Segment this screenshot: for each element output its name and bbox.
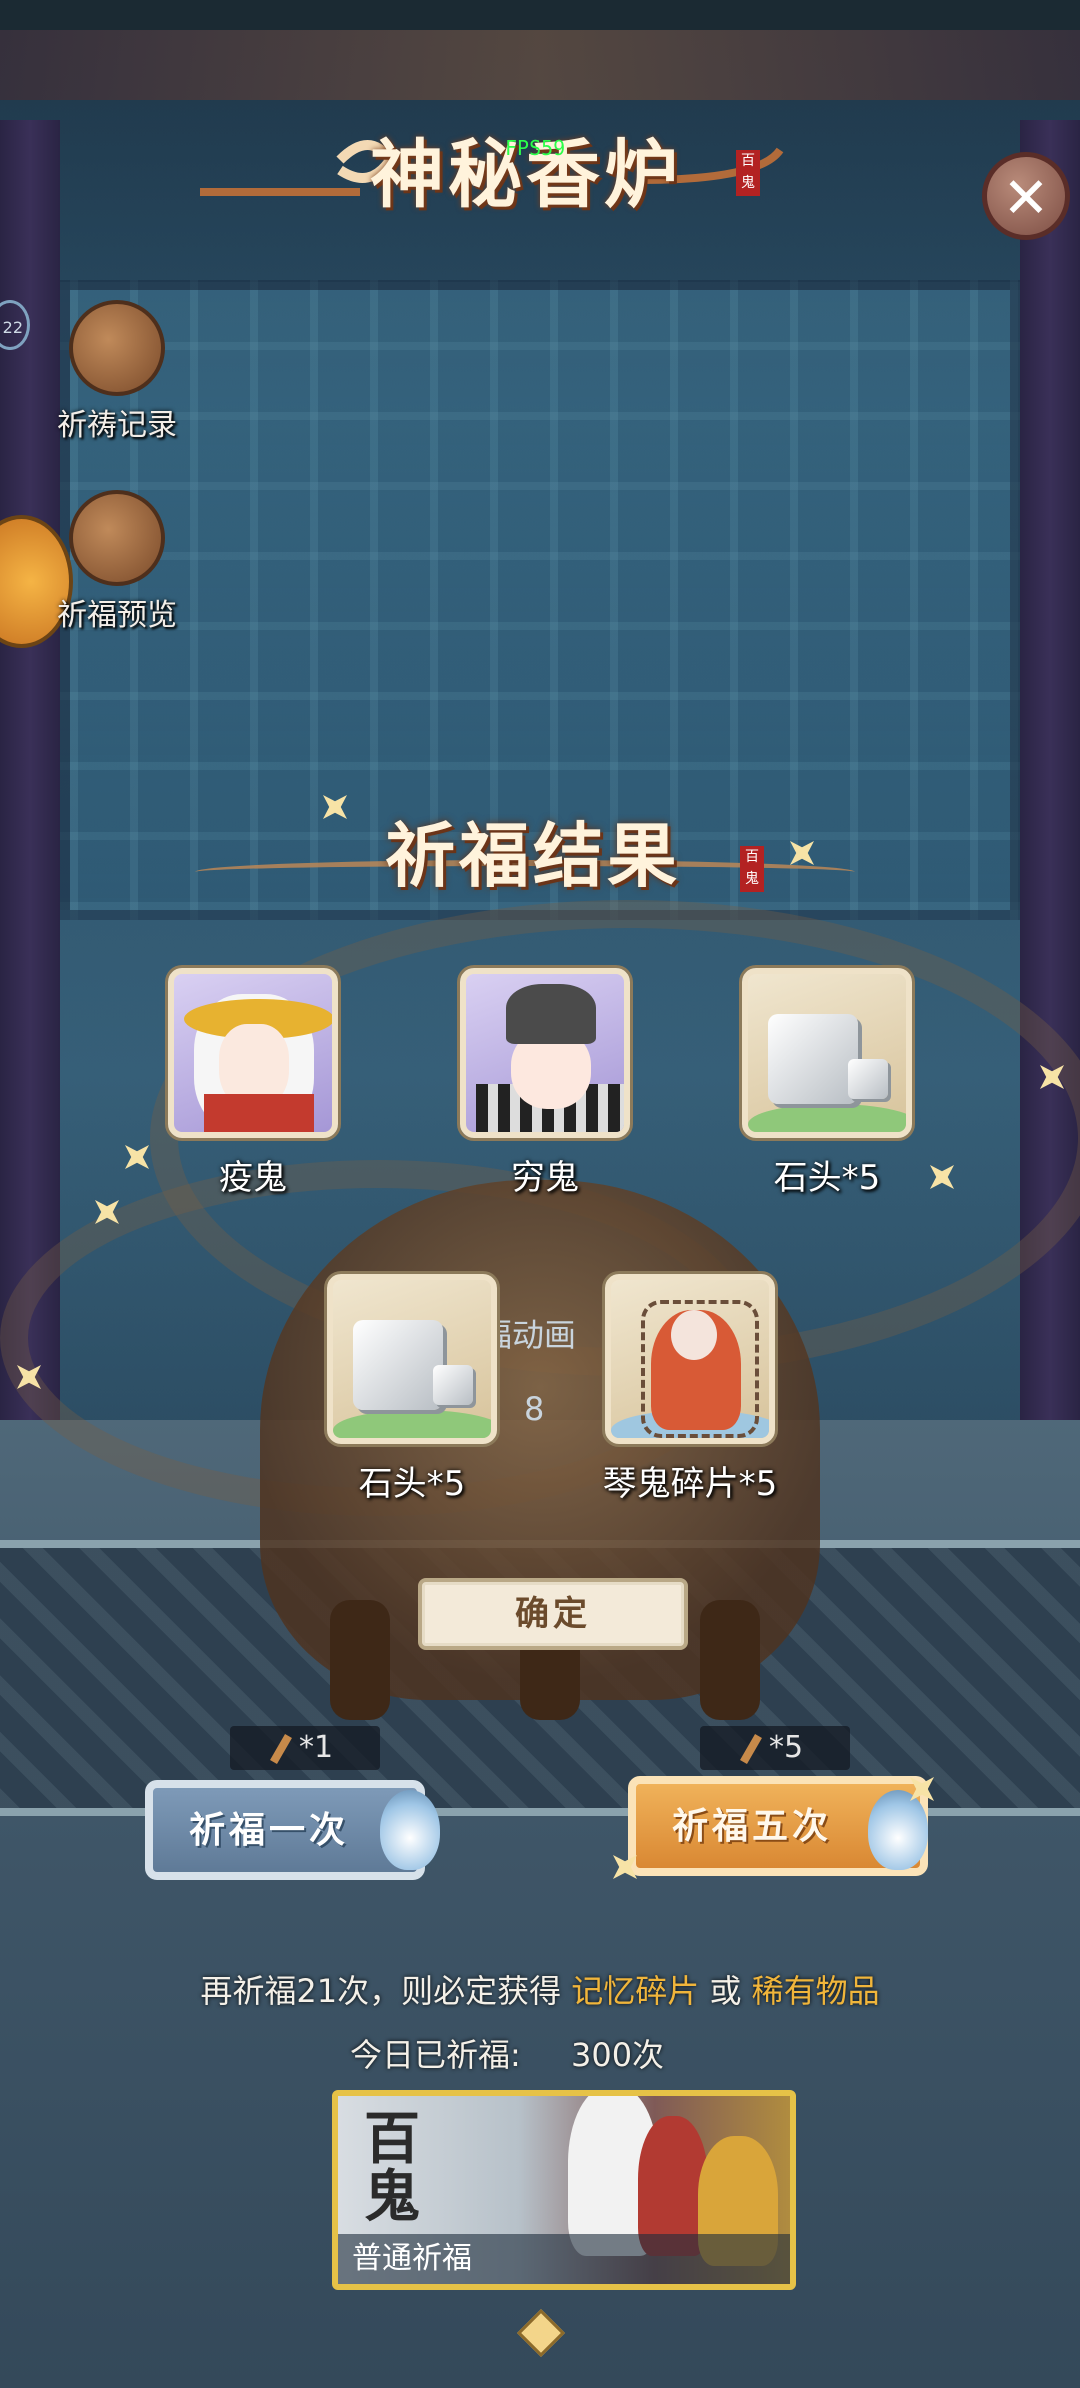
soul-flame-icon xyxy=(380,1790,440,1870)
prayer-record-label: 祈祷记录 xyxy=(57,408,177,443)
pity-hint-prefix: 再祈福21次，则必定获得 xyxy=(200,1972,562,2010)
blessing-preview-button[interactable]: 祈福预览 xyxy=(42,490,192,640)
reward-item[interactable]: 穷鬼 xyxy=(455,968,635,1199)
scroll-icon xyxy=(69,300,165,396)
burner-leg xyxy=(330,1600,390,1720)
pity-hint: 再祈福21次，则必定获得 记忆碎片 或 稀有物品 xyxy=(0,1966,1080,2012)
pity-hint-rare-item: 稀有物品 xyxy=(751,1972,880,2010)
pray-once-cost-value: *1 xyxy=(298,1730,334,1765)
incense-bundle-icon xyxy=(69,490,165,586)
status-bar xyxy=(0,0,1080,30)
result-title: 祈福结果 xyxy=(385,814,681,897)
incense-icon xyxy=(739,1733,762,1764)
reward-item-name: 琴鬼碎片*5 xyxy=(602,1464,778,1504)
normal-blessing-banner[interactable]: 百鬼 普通祈福 xyxy=(332,2090,796,2290)
burner-count: 8 xyxy=(524,1390,545,1428)
pray-once-cost: *1 xyxy=(230,1726,380,1770)
stone-icon xyxy=(327,1274,497,1444)
reward-item[interactable]: 石头*5 xyxy=(322,1274,502,1505)
soul-flame-icon xyxy=(868,1790,928,1870)
burner-leg xyxy=(700,1600,760,1720)
stone-icon xyxy=(742,968,912,1138)
reward-item-name: 穷鬼 xyxy=(511,1158,579,1198)
incense-icon xyxy=(269,1733,292,1764)
reward-item[interactable]: 琴鬼碎片*5 xyxy=(600,1274,780,1505)
today-blessings-label: 今日已祈福: xyxy=(350,2036,521,2074)
qin-ghost-shard-icon xyxy=(605,1274,775,1444)
close-button[interactable]: ✕ xyxy=(982,152,1070,240)
reward-item-name: 石头*5 xyxy=(358,1464,466,1504)
result-seal: 百鬼 xyxy=(740,846,764,892)
reward-item[interactable]: 石头*5 xyxy=(737,968,917,1199)
title-seal: 百鬼 xyxy=(736,150,760,196)
pity-hint-or: 或 xyxy=(709,1972,742,2010)
plague-ghost-portrait xyxy=(168,968,338,1138)
banner-logo: 百鬼 xyxy=(364,2106,420,2230)
reward-item-name: 石头*5 xyxy=(773,1158,881,1198)
blessing-preview-label: 祈福预览 xyxy=(57,598,177,633)
pray-five-label: 祈福五次 xyxy=(672,1805,833,1847)
top-decor-strip xyxy=(0,30,1080,100)
pray-five-cost-value: *5 xyxy=(768,1730,804,1765)
pity-hint-memory-shard: 记忆碎片 xyxy=(571,1972,700,2010)
page-title: 神秘香炉 xyxy=(370,132,682,218)
fps-counter: FPS59 xyxy=(505,136,566,160)
reward-item[interactable]: 疫鬼 xyxy=(163,968,343,1199)
today-blessings-count: 300次 xyxy=(570,2036,665,2074)
prayer-record-button[interactable]: 祈祷记录 xyxy=(42,300,192,450)
close-icon: ✕ xyxy=(1002,166,1050,231)
pray-once-label: 祈福一次 xyxy=(189,1809,350,1851)
reward-item-name: 疫鬼 xyxy=(219,1158,287,1198)
pray-five-cost: *5 xyxy=(700,1726,850,1770)
poor-ghost-portrait xyxy=(460,968,630,1138)
banner-label: 普通祈福 xyxy=(338,2234,790,2284)
today-blessings: 今日已祈福: 300次 xyxy=(350,2030,664,2076)
confirm-button[interactable]: 确定 xyxy=(418,1578,688,1650)
